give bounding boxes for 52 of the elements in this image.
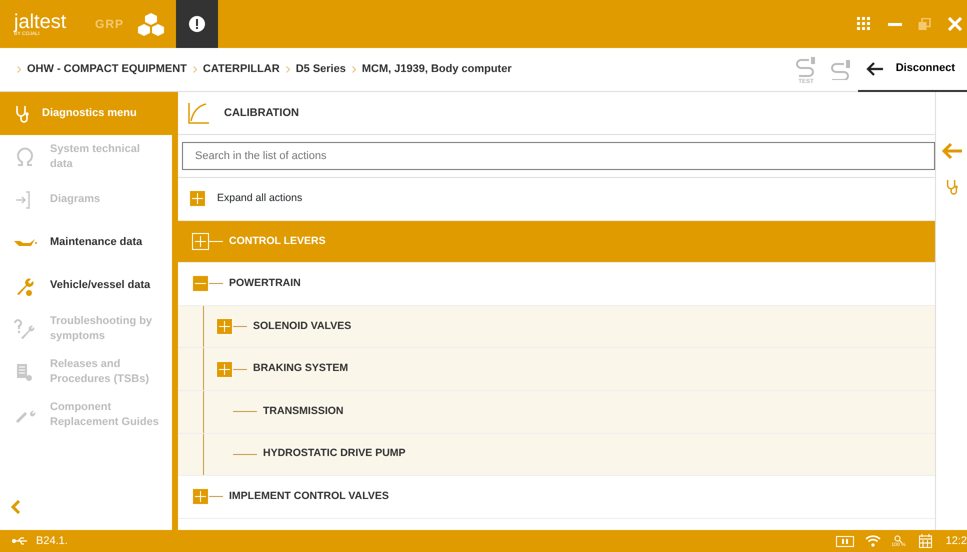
tree-item[interactable]: SOLENOID VALVES <box>247 318 352 334</box>
alert-icon <box>189 16 206 32</box>
tree-item[interactable]: TRANSMISSION <box>257 404 344 420</box>
tree-item[interactable]: POWERTRAIN <box>223 276 301 292</box>
sidebar-item[interactable]: Vehicle/vessel data <box>0 264 172 307</box>
back-arrow-icon[interactable] <box>940 142 962 160</box>
tree-item[interactable]: HYDROSTATIC DRIVE PUMP <box>257 446 406 462</box>
expand-icon[interactable] <box>192 488 209 506</box>
wifi-icon <box>864 535 881 547</box>
chevron-icon <box>352 66 356 73</box>
apps-grid-icon[interactable] <box>857 17 871 31</box>
calibration-curve-icon <box>188 102 210 124</box>
oil-can-icon <box>14 238 38 247</box>
cubes-icon <box>138 12 164 36</box>
product-label: GRP <box>95 16 124 33</box>
disconnect-button[interactable]: Disconnect <box>858 48 967 92</box>
tree-item-label: CONTROL LEVERS <box>228 234 326 249</box>
clock-time: 12:2 <box>946 534 967 549</box>
expand-all-icon[interactable] <box>189 190 206 208</box>
arrow-left-icon <box>866 62 884 76</box>
breadcrumb-link[interactable]: MCM, J1939, Body computer <box>362 61 512 78</box>
alert-button[interactable] <box>176 0 218 48</box>
stethoscope-icon[interactable] <box>944 178 958 196</box>
sidebar-header: Diagnostics menu <box>0 92 172 135</box>
version-label: B24.1. <box>36 534 68 549</box>
usb-icon <box>12 537 28 545</box>
tree-item[interactable]: BRAKING SYSTEM <box>247 361 348 378</box>
collapse-chevron-icon[interactable] <box>11 500 21 514</box>
restore-icon[interactable] <box>918 18 931 30</box>
collapse-icon[interactable] <box>192 275 209 292</box>
chevron-icon <box>286 66 290 73</box>
breadcrumb-link[interactable]: OHW - COMPACT EQUIPMENT <box>27 61 187 78</box>
breadcrumb-link[interactable]: CATERPILLAR <box>202 61 280 78</box>
chevron-icon <box>17 66 21 73</box>
chevron-icon <box>192 66 197 73</box>
zoom-icon <box>894 534 902 542</box>
expand-all-link[interactable]: Expand all actions <box>206 190 302 207</box>
expand-icon[interactable] <box>192 232 209 250</box>
panel-title: CALIBRATION <box>224 106 299 121</box>
cable-icon[interactable] <box>828 60 852 80</box>
breadcrumb-link[interactable]: D5 Series <box>296 61 346 78</box>
sidebar-item[interactable]: Maintenance data <box>0 221 172 264</box>
calendar-icon <box>919 534 932 548</box>
search-field[interactable]: Search in the list of actions <box>182 142 935 170</box>
tree-item[interactable]: IMPLEMENT CONTROL VALVES <box>223 489 389 505</box>
expand-icon[interactable] <box>216 360 233 378</box>
close-icon[interactable] <box>948 17 962 31</box>
battery-icon <box>836 536 854 546</box>
stethoscope-icon <box>14 104 30 122</box>
logo-text: jaltest <box>14 12 68 32</box>
expand-icon[interactable] <box>216 318 233 336</box>
minimize-icon[interactable] <box>888 22 902 26</box>
